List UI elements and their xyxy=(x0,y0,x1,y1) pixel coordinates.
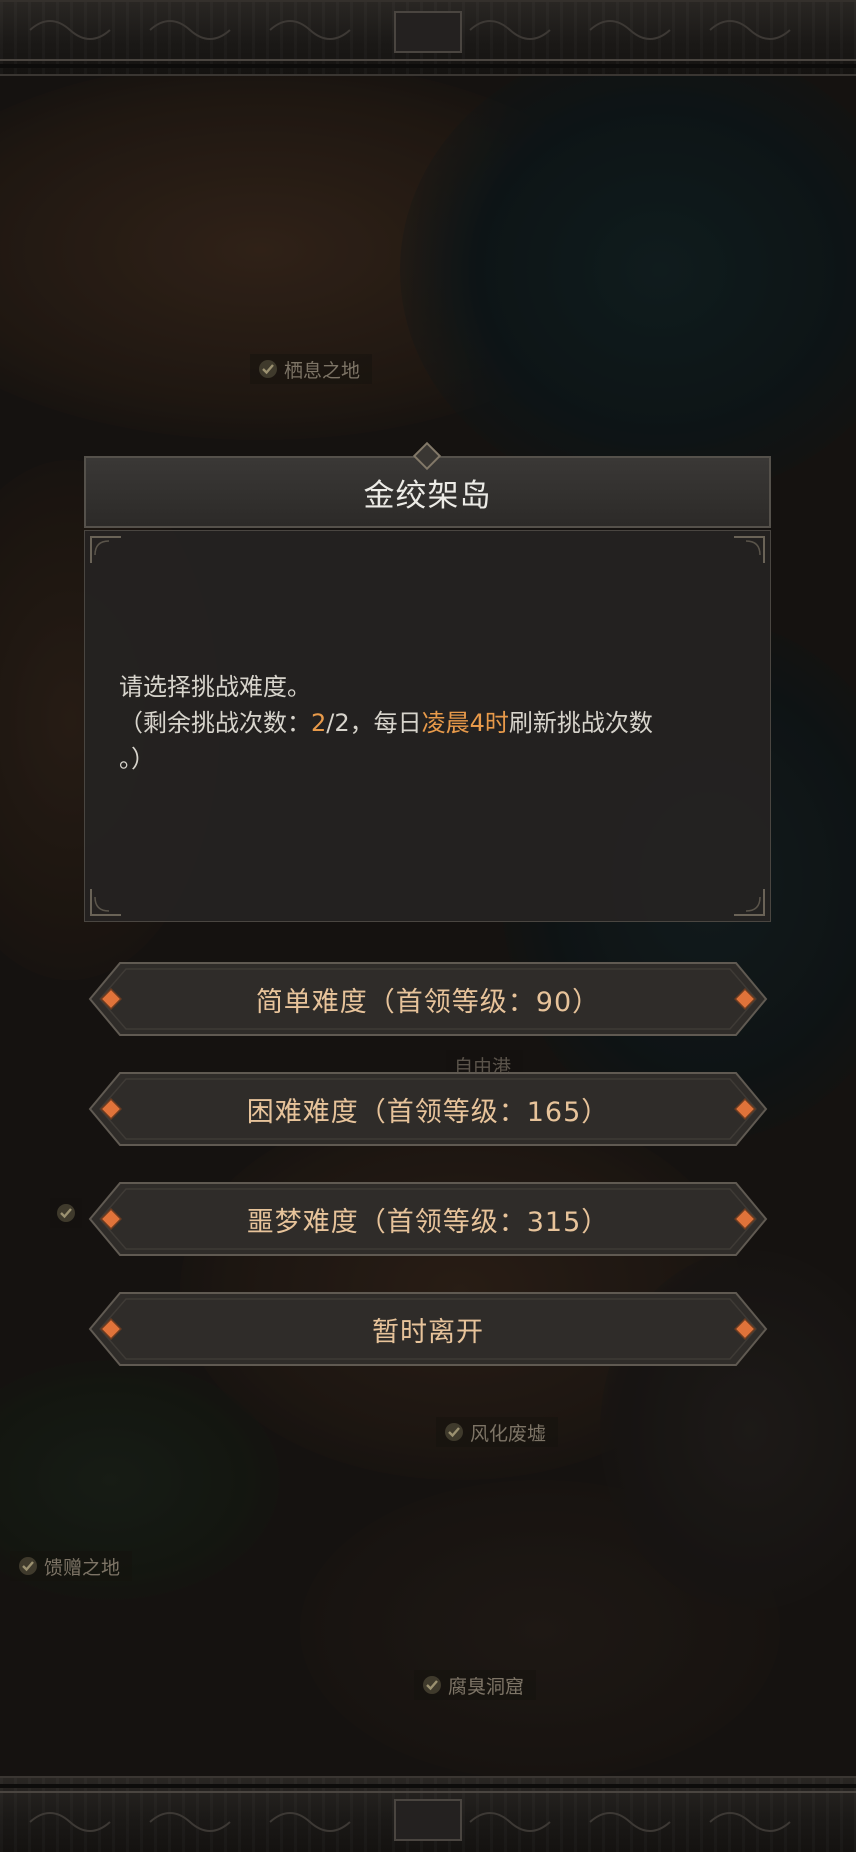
checkmark-icon xyxy=(19,1557,37,1575)
top-ornate-frame xyxy=(0,0,856,76)
option-label: 困难难度（首领等级：165） xyxy=(246,1096,610,1128)
option-label: 简单难度（首领等级：90） xyxy=(255,986,601,1018)
message-line-1: 请选择挑战难度。 xyxy=(119,673,311,701)
corner-ornament-icon xyxy=(90,536,121,563)
dialog-message: 请选择挑战难度。 （剩余挑战次数：2/2，每日凌晨4时刷新挑战次数 。） xyxy=(119,669,759,777)
difficulty-dialog: 金绞架岛 请选择挑战难度。 （剩余挑战次数：2/2，每日凌晨4时刷新挑战次数 。… xyxy=(84,441,771,922)
map-location-label: 腐臭洞窟 xyxy=(448,1675,525,1698)
bottom-ornate-frame xyxy=(0,1776,856,1852)
option-label: 噩梦难度（首领等级：315） xyxy=(246,1206,610,1238)
map-location-label: 风化废墟 xyxy=(470,1422,547,1445)
refresh-time: 凌晨4时 xyxy=(421,709,509,737)
hard-difficulty-button[interactable]: 困难难度（首领等级：165） xyxy=(88,1071,768,1147)
map-location-label: 栖息之地 xyxy=(284,359,361,382)
map-location-partial[interactable] xyxy=(50,1198,82,1228)
easy-difficulty-button[interactable]: 简单难度（首领等级：90） xyxy=(88,961,768,1037)
corner-ornament-icon xyxy=(734,536,765,563)
map-location-3[interactable]: 馈赠之地 xyxy=(10,1551,133,1581)
corner-ornament-icon xyxy=(90,889,121,916)
message-line-3: 。） xyxy=(119,745,155,773)
nightmare-difficulty-button[interactable]: 噩梦难度（首领等级：315） xyxy=(88,1181,768,1257)
option-label: 暂时离开 xyxy=(372,1316,484,1348)
map-location-4[interactable]: 腐臭洞窟 xyxy=(414,1670,537,1700)
map-location-0[interactable]: 栖息之地 xyxy=(250,354,373,384)
leave-button[interactable]: 暂时离开 xyxy=(88,1291,768,1367)
message-line-2: （剩余挑战次数：2/2，每日凌晨4时刷新挑战次数 xyxy=(119,709,653,737)
checkmark-icon xyxy=(57,1204,75,1222)
map-location-label: 馈赠之地 xyxy=(44,1556,121,1579)
checkmark-icon xyxy=(259,360,277,378)
remaining-count: 2 xyxy=(311,709,327,737)
checkmark-icon xyxy=(423,1676,441,1694)
checkmark-icon xyxy=(445,1423,463,1441)
dialog-body: 请选择挑战难度。 （剩余挑战次数：2/2，每日凌晨4时刷新挑战次数 。） xyxy=(84,530,771,922)
corner-ornament-icon xyxy=(734,889,765,916)
dialog-title: 金绞架岛 xyxy=(363,477,492,514)
map-location-2[interactable]: 风化废墟 xyxy=(436,1417,559,1447)
